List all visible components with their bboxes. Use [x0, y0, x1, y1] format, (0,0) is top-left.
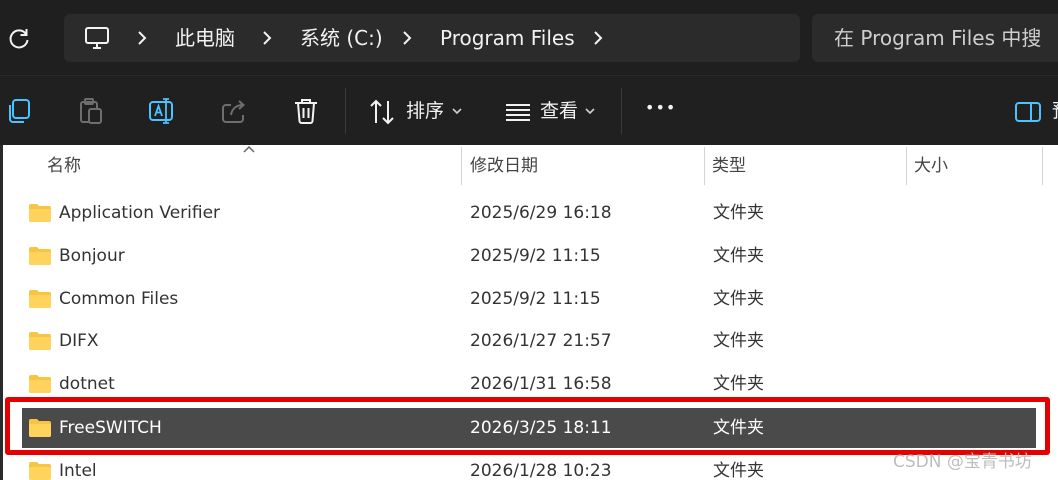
search-placeholder: 在 Program Files 中搜 — [834, 26, 1042, 50]
folder-icon — [29, 375, 51, 393]
chevron-right-icon[interactable] — [132, 28, 152, 48]
table-row[interactable]: Application Verifier 2025/6/29 16:18 文件夹 — [22, 193, 1036, 233]
file-type: 文件夹 — [713, 203, 764, 223]
column-header-modified[interactable]: 修改日期 — [470, 155, 538, 177]
table-row[interactable]: Intel 2026/1/28 10:23 文件夹 — [22, 451, 1036, 480]
file-type: 文件夹 — [713, 289, 764, 309]
chevron-right-icon[interactable] — [588, 28, 608, 48]
file-type: 文件夹 — [713, 331, 764, 351]
file-list[interactable]: 名称 修改日期 类型 大小 Application Verifier 2025/… — [0, 145, 1058, 480]
preview-pane-icon[interactable] — [1013, 97, 1043, 127]
left-edge — [0, 145, 3, 480]
file-modified: 2025/6/29 16:18 — [470, 203, 612, 223]
breadcrumb[interactable]: 此电脑 系统 (C:) Program Files — [64, 14, 800, 62]
chevron-right-icon[interactable] — [397, 28, 417, 48]
file-type: 文件夹 — [713, 374, 764, 394]
address-bar-strip: 此电脑 系统 (C:) Program Files 在 Program File… — [0, 0, 1058, 75]
share-icon[interactable] — [219, 96, 249, 126]
file-name: Common Files — [59, 289, 179, 309]
chevron-right-icon[interactable] — [257, 28, 277, 48]
sort-button[interactable]: 排序 — [406, 99, 444, 123]
file-type: 文件夹 — [713, 461, 764, 480]
file-name: dotnet — [59, 374, 115, 394]
sort-icon[interactable] — [368, 97, 398, 127]
toolbar-separator — [345, 88, 346, 134]
file-name: Application Verifier — [59, 203, 221, 223]
table-row[interactable]: Common Files 2025/9/2 11:15 文件夹 — [22, 279, 1036, 319]
folder-icon — [29, 290, 51, 308]
watermark-text: CSDN @宝青书坊 — [893, 452, 1032, 472]
chevron-down-icon[interactable] — [451, 106, 463, 116]
paste-icon[interactable] — [76, 96, 106, 126]
table-row[interactable]: DIFX 2026/1/27 21:57 文件夹 — [22, 321, 1036, 361]
column-divider[interactable] — [461, 147, 462, 185]
column-divider[interactable] — [704, 147, 705, 185]
file-modified: 2025/9/2 11:15 — [470, 289, 601, 309]
column-divider[interactable] — [1042, 147, 1043, 185]
toolbar-separator — [621, 88, 622, 134]
column-header-row: 名称 修改日期 类型 大小 — [0, 145, 1058, 187]
column-header-type[interactable]: 类型 — [712, 155, 746, 177]
file-modified: 2026/1/31 16:58 — [470, 374, 612, 394]
refresh-icon[interactable] — [6, 26, 32, 52]
highlight-annotation-box — [5, 397, 1050, 455]
search-box[interactable]: 在 Program Files 中搜 — [812, 14, 1058, 62]
folder-icon — [29, 204, 51, 222]
file-name: DIFX — [59, 331, 99, 351]
folder-icon — [29, 462, 51, 480]
column-divider[interactable] — [906, 147, 907, 185]
file-type: 文件夹 — [713, 246, 764, 266]
folder-icon — [29, 332, 51, 350]
rename-icon[interactable] — [147, 96, 177, 126]
view-icon[interactable] — [503, 97, 533, 127]
column-header-name[interactable]: 名称 — [47, 155, 81, 177]
view-button[interactable]: 查看 — [540, 99, 578, 123]
breadcrumb-system-c[interactable]: 系统 (C:) — [300, 26, 383, 50]
file-modified: 2026/1/28 10:23 — [470, 461, 612, 480]
file-modified: 2025/9/2 11:15 — [470, 246, 601, 266]
sort-ascending-icon — [243, 145, 255, 153]
column-header-size[interactable]: 大小 — [914, 155, 948, 177]
chevron-down-icon[interactable] — [584, 106, 596, 116]
breadcrumb-program-files[interactable]: Program Files — [440, 26, 575, 50]
folder-icon — [29, 247, 51, 265]
delete-icon[interactable] — [291, 96, 321, 126]
copy-icon[interactable] — [4, 96, 34, 126]
table-row[interactable]: Bonjour 2025/9/2 11:15 文件夹 — [22, 236, 1036, 276]
breadcrumb-this-pc[interactable]: 此电脑 — [175, 26, 235, 50]
preview-pane-label[interactable]: 预 — [1052, 99, 1058, 123]
more-options-button[interactable]: ••• — [645, 96, 676, 120]
file-name: Bonjour — [59, 246, 125, 266]
file-name: Intel — [59, 461, 97, 480]
this-pc-icon[interactable] — [84, 25, 110, 51]
command-bar: 排序 查看 ••• 预 — [0, 75, 1058, 145]
file-modified: 2026/1/27 21:57 — [470, 331, 612, 351]
